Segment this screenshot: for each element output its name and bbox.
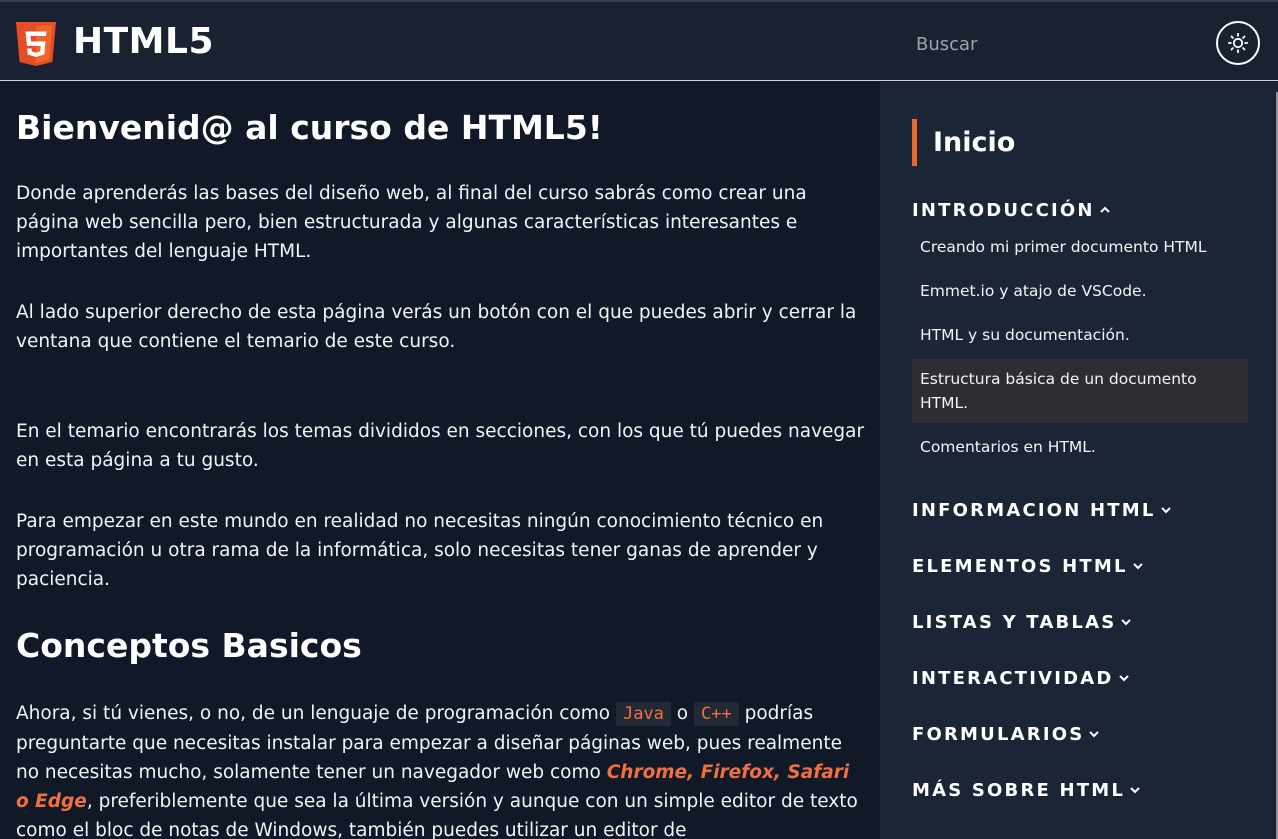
html5-logo-icon[interactable] [16, 22, 56, 66]
page-title: Bienvenid@ al curso de HTML5! [16, 108, 603, 147]
section-label: LISTAS Y TABLAS [912, 612, 1117, 633]
top-header: HTML5 [0, 2, 1278, 81]
theme-toggle-button[interactable] [1216, 21, 1260, 65]
section-mas-sobre-html[interactable]: MÁS SOBRE HTML [912, 779, 1141, 803]
brand-title[interactable]: HTML5 [73, 20, 214, 64]
chevron-down-icon [1129, 779, 1141, 803]
section-heading: Conceptos Basicos [16, 626, 362, 665]
sidebar-item-emmet[interactable]: Emmet.io y atajo de VSCode. [912, 279, 1248, 303]
code-cpp: C++ [694, 702, 739, 726]
section-elementos-html[interactable]: ELEMENTOS HTML [912, 555, 1144, 579]
sidebar-item-documentacion[interactable]: HTML y su documentación. [912, 323, 1248, 347]
requirements-paragraph: Para empezar en este mundo en realidad n… [16, 511, 824, 590]
active-indicator [912, 119, 917, 166]
chevron-down-icon [1088, 723, 1100, 747]
section-label: MÁS SOBRE HTML [912, 780, 1126, 801]
section-label: INFORMACION HTML [912, 500, 1156, 521]
text-run: , preferiblemente que sea la última vers… [16, 791, 858, 839]
section-formularios[interactable]: FORMULARIOS [912, 723, 1100, 747]
section-introduccion[interactable]: INTRODUCCIÓN [912, 199, 1111, 223]
sidebar-item-primer-documento[interactable]: Creando mi primer documento HTML [912, 235, 1248, 259]
main-content: Bienvenid@ al curso de HTML5! Donde apre… [0, 82, 880, 839]
syllabus-paragraph: En el temario encontrarás los temas divi… [16, 421, 865, 471]
syllabus-sidebar: Inicio INTRODUCCIÓN Creando mi primer do… [880, 82, 1278, 839]
text-run: o [670, 703, 694, 724]
chevron-down-icon [1132, 555, 1144, 579]
section-label: INTRODUCCIÓN [912, 200, 1095, 221]
sidebar-item-estructura-basica[interactable]: Estructura básica de un documento HTML. [912, 359, 1248, 423]
section-informacion-html[interactable]: INFORMACION HTML [912, 499, 1172, 523]
section-label: INTERACTIVIDAD [912, 668, 1114, 689]
section-label: ELEMENTOS HTML [912, 556, 1128, 577]
intro-paragraph: Donde aprenderás las bases del diseño we… [16, 183, 807, 262]
chevron-down-icon [1160, 499, 1172, 523]
search-input[interactable] [916, 30, 1176, 58]
chevron-down-icon [1120, 611, 1132, 635]
chevron-down-icon [1118, 667, 1130, 691]
section-interactividad[interactable]: INTERACTIVIDAD [912, 667, 1130, 691]
sidebar-home-link[interactable]: Inicio [933, 123, 1015, 163]
section-listas-y-tablas[interactable]: LISTAS Y TABLAS [912, 611, 1132, 635]
toggle-info-paragraph: Al lado superior derecho de esta página … [16, 302, 857, 352]
code-java: Java [615, 702, 671, 726]
sun-icon [1228, 33, 1248, 53]
section-label: FORMULARIOS [912, 724, 1085, 745]
concepts-paragraph: Ahora, si tú vienes, o no, de un lenguaj… [16, 699, 866, 839]
sidebar-item-comentarios[interactable]: Comentarios en HTML. [912, 435, 1248, 459]
chevron-up-icon [1099, 199, 1111, 223]
text-run: Ahora, si tú vienes, o no, de un lenguaj… [16, 703, 616, 724]
